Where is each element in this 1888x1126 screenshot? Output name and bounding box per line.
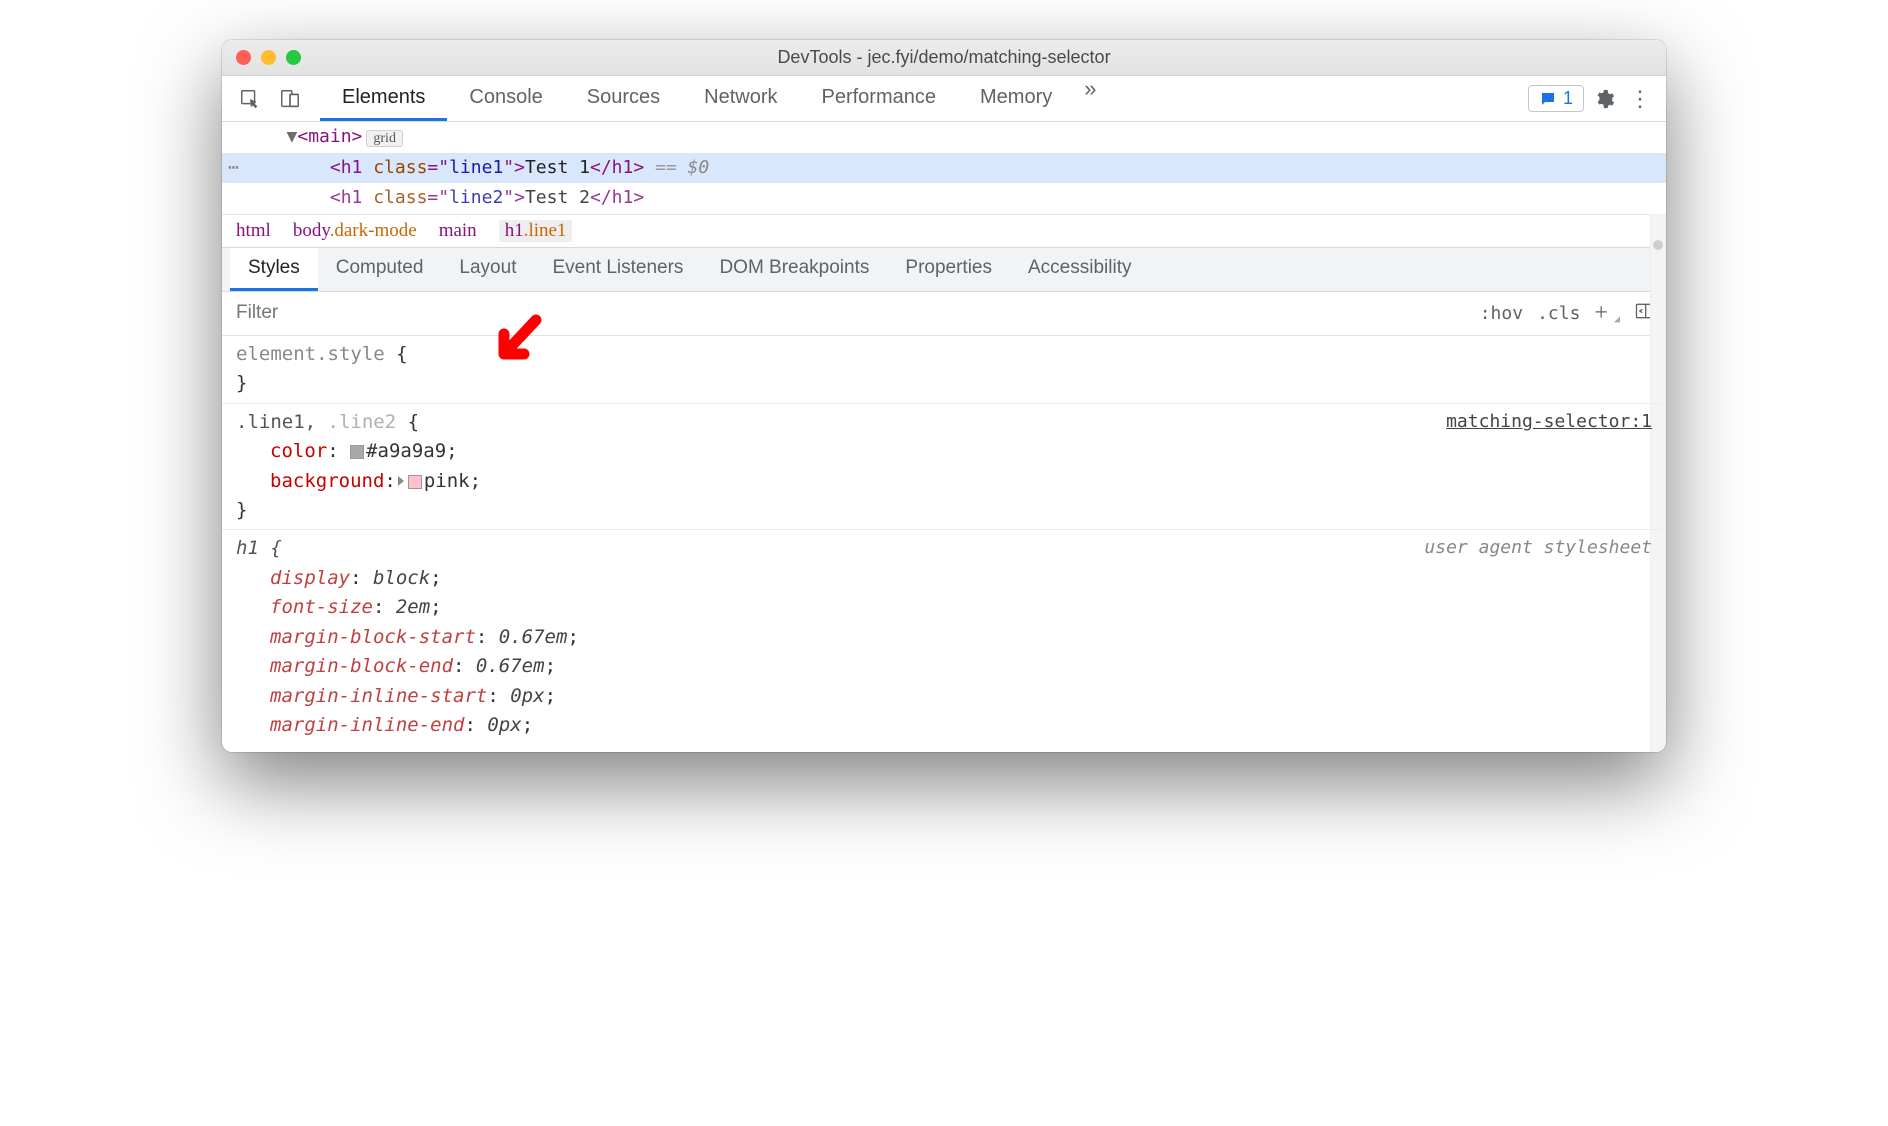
breadcrumb-item-main[interactable]: main (439, 220, 477, 242)
declaration: margin-inline-start: 0px; (236, 682, 1652, 711)
declaration: margin-inline-end: 0px; (236, 711, 1652, 740)
selector-text: h1 (236, 537, 259, 559)
device-toolbar-icon[interactable] (272, 81, 308, 117)
color-swatch-icon[interactable] (408, 475, 422, 489)
filter-input[interactable] (222, 292, 1468, 335)
tab-console[interactable]: Console (447, 76, 564, 121)
tab-memory[interactable]: Memory (958, 76, 1074, 121)
styles-pane: element.style { } matching-selector:1 .l… (222, 336, 1666, 753)
cls-toggle[interactable]: .cls (1537, 303, 1580, 324)
subtab-computed[interactable]: Computed (318, 248, 442, 291)
declaration: display: block; (236, 564, 1652, 593)
dom-tree[interactable]: ▼<main>grid <h1 class="line1">Test 1</h1… (222, 122, 1666, 214)
breadcrumb-item-html[interactable]: html (236, 220, 271, 242)
settings-icon[interactable] (1588, 88, 1620, 110)
tab-performance[interactable]: Performance (800, 76, 959, 121)
tabs-overflow-button[interactable]: » (1074, 76, 1106, 121)
dom-node-h1-line2[interactable]: <h1 class="line2">Test 2</h1> (222, 183, 1666, 214)
declaration-background[interactable]: background:pink; (236, 467, 1652, 496)
breadcrumb: html body.dark-mode main h1.line1 (222, 214, 1666, 248)
zoom-window-button[interactable] (286, 50, 301, 65)
declaration: font-size: 2em; (236, 593, 1652, 622)
declaration-color[interactable]: color: #a9a9a9; (236, 437, 1652, 466)
tab-sources[interactable]: Sources (565, 76, 682, 121)
inspect-element-icon[interactable] (232, 81, 268, 117)
breadcrumb-item-h1[interactable]: h1.line1 (499, 220, 573, 242)
dom-node-main[interactable]: ▼<main>grid (222, 122, 1666, 153)
subtab-event-listeners[interactable]: Event Listeners (534, 248, 701, 291)
dom-node-selected[interactable]: <h1 class="line1">Test 1</h1> == $0 (222, 153, 1666, 184)
tab-elements[interactable]: Elements (320, 76, 447, 121)
style-rule-h1-ua[interactable]: user agent stylesheet h1 { display: bloc… (222, 530, 1666, 744)
filter-tools: :hov .cls + ◢ (1468, 300, 1666, 327)
subtab-layout[interactable]: Layout (441, 248, 534, 291)
minimize-window-button[interactable] (261, 50, 276, 65)
titlebar: DevTools - jec.fyi/demo/matching-selecto… (222, 40, 1666, 76)
styles-filter-bar: :hov .cls + ◢ (222, 292, 1666, 336)
subtab-properties[interactable]: Properties (887, 248, 1010, 291)
style-rule-line1[interactable]: matching-selector:1 .line1, .line2 { col… (222, 404, 1666, 531)
style-rule-element[interactable]: element.style { } (222, 336, 1666, 404)
main-toolbar: Elements Console Sources Network Perform… (222, 76, 1666, 122)
selector-text: element.style (236, 343, 385, 365)
subtab-dom-breakpoints[interactable]: DOM Breakpoints (701, 248, 887, 291)
issues-count: 1 (1563, 88, 1573, 109)
source-link[interactable]: matching-selector:1 (1446, 408, 1652, 436)
source-label: user agent stylesheet (1424, 534, 1652, 562)
selector-text: .line1, .line2 (236, 411, 396, 433)
window-controls (236, 50, 301, 65)
devtools-window: DevTools - jec.fyi/demo/matching-selecto… (222, 40, 1666, 752)
resize-corner-icon: ◢ (1614, 314, 1620, 325)
tab-network[interactable]: Network (682, 76, 799, 121)
color-swatch-icon[interactable] (350, 445, 364, 459)
main-tabs: Elements Console Sources Network Perform… (320, 76, 1106, 121)
declaration: margin-block-end: 0.67em; (236, 652, 1652, 681)
expand-shorthand-icon[interactable] (398, 476, 404, 486)
subtab-styles[interactable]: Styles (230, 248, 318, 291)
more-options-icon[interactable]: ⋮ (1624, 86, 1656, 112)
selection-indicator (1653, 240, 1663, 250)
close-window-button[interactable] (236, 50, 251, 65)
subtab-accessibility[interactable]: Accessibility (1010, 248, 1149, 291)
new-style-rule-button[interactable]: + (1594, 300, 1608, 327)
grid-badge[interactable]: grid (366, 130, 403, 147)
breadcrumb-item-body[interactable]: body.dark-mode (293, 220, 417, 242)
styles-sub-tabs: Styles Computed Layout Event Listeners D… (222, 248, 1666, 292)
window-title: DevTools - jec.fyi/demo/matching-selecto… (222, 47, 1666, 68)
content-area: ▼<main>grid <h1 class="line1">Test 1</h1… (222, 122, 1666, 752)
hov-toggle[interactable]: :hov (1480, 303, 1523, 324)
declaration: margin-block-start: 0.67em; (236, 623, 1652, 652)
console-issues-badge[interactable]: 1 (1528, 85, 1584, 112)
